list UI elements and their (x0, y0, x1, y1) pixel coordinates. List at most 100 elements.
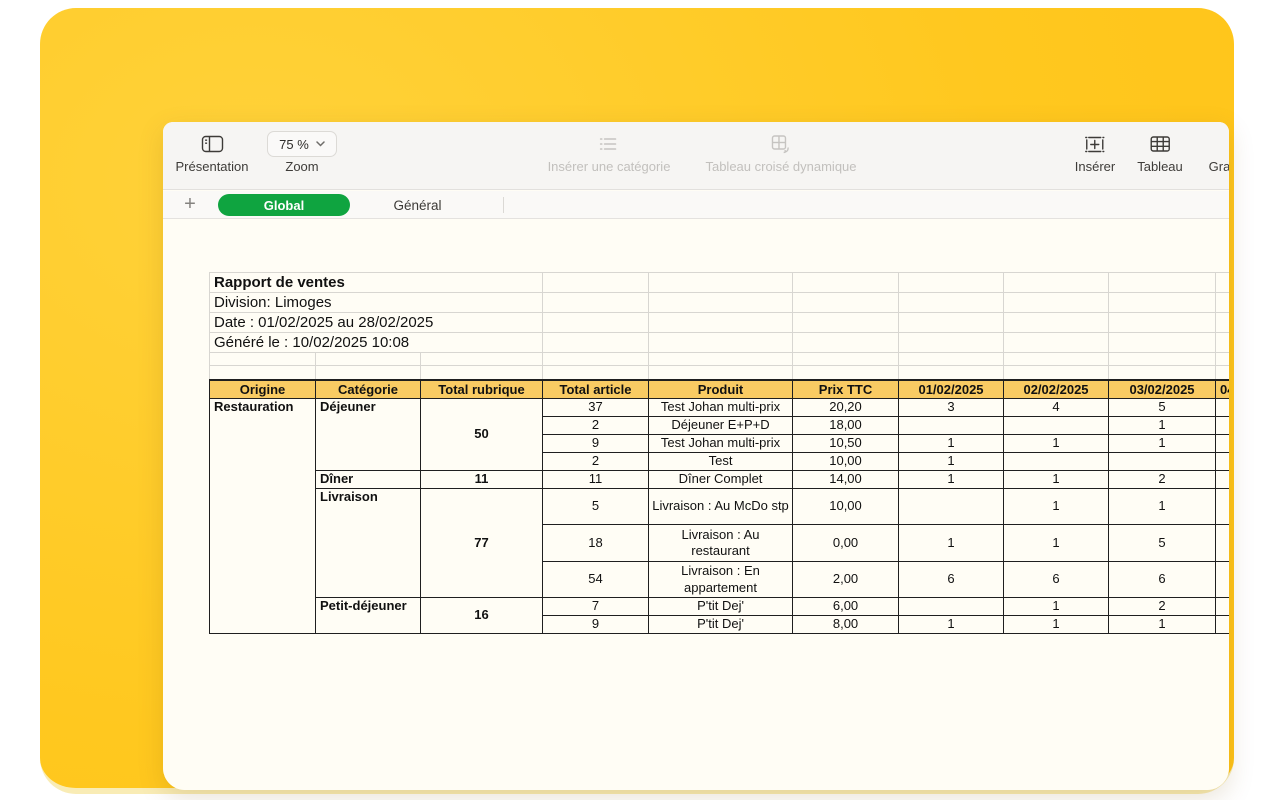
header-jour4[interactable]: 04/02/2025 (1216, 380, 1229, 399)
empty-cell[interactable] (1004, 313, 1109, 333)
empty-cell[interactable] (649, 333, 793, 353)
empty-cell[interactable] (793, 366, 899, 380)
cell-prix[interactable]: 18,00 (793, 417, 899, 435)
cell-jour1[interactable]: 3 (899, 399, 1004, 417)
cell-jour1[interactable] (899, 417, 1004, 435)
cell-jour4[interactable] (1216, 435, 1229, 453)
cell-jour1[interactable] (899, 598, 1004, 616)
empty-cell[interactable] (543, 293, 649, 313)
empty-cell[interactable] (793, 293, 899, 313)
cell-jour3[interactable]: 1 (1109, 417, 1216, 435)
tab-general[interactable]: Général (365, 194, 470, 216)
cell-prix[interactable]: 14,00 (793, 471, 899, 489)
cell-qty[interactable]: 2 (543, 453, 649, 471)
empty-cell[interactable] (1216, 273, 1229, 293)
header-produit[interactable]: Produit (649, 380, 793, 399)
empty-cell[interactable] (649, 313, 793, 333)
cell-qty[interactable]: 37 (543, 399, 649, 417)
cell-total-livraison[interactable]: 77 (421, 489, 543, 598)
cell-prix[interactable]: 2,00 (793, 562, 899, 598)
empty-cell[interactable] (1004, 333, 1109, 353)
header-prix-ttc[interactable]: Prix TTC (793, 380, 899, 399)
header-categorie[interactable]: Catégorie (316, 380, 421, 399)
cell-jour1[interactable]: 6 (899, 562, 1004, 598)
empty-cell[interactable] (1004, 353, 1109, 366)
empty-cell[interactable] (210, 353, 316, 366)
cell-prix[interactable]: 8,00 (793, 616, 899, 634)
empty-cell[interactable] (899, 333, 1004, 353)
cell-produit[interactable]: Test Johan multi-prix (649, 399, 793, 417)
spreadsheet-canvas[interactable]: Rapport de ventes Division: Limoges Date… (163, 220, 1229, 790)
cell-produit[interactable]: Livraison : En appartement (649, 562, 793, 598)
cell-categorie-petit-dejeuner[interactable]: Petit-déjeuner (316, 598, 421, 634)
cell-jour4[interactable] (1216, 598, 1229, 616)
empty-cell[interactable] (1109, 293, 1216, 313)
empty-cell[interactable] (1216, 333, 1229, 353)
zoom-dropdown[interactable]: 75 % (267, 131, 337, 157)
cell-jour4[interactable] (1216, 489, 1229, 525)
empty-cell[interactable] (1216, 353, 1229, 366)
empty-cell[interactable] (1004, 366, 1109, 380)
empty-cell[interactable] (649, 293, 793, 313)
cell-jour4[interactable] (1216, 562, 1229, 598)
cell-jour4[interactable] (1216, 616, 1229, 634)
cell-jour1[interactable]: 1 (899, 435, 1004, 453)
empty-cell[interactable] (1216, 313, 1229, 333)
empty-cell[interactable] (543, 366, 649, 380)
empty-cell[interactable] (316, 353, 421, 366)
cell-jour4[interactable] (1216, 525, 1229, 562)
cell-jour2[interactable] (1004, 417, 1109, 435)
cell-qty[interactable]: 18 (543, 525, 649, 562)
empty-cell[interactable] (316, 366, 421, 380)
cell-produit[interactable]: Test Johan multi-prix (649, 435, 793, 453)
empty-cell[interactable] (1109, 313, 1216, 333)
insert-button[interactable]: Insérer (1075, 122, 1115, 190)
cell-jour2[interactable]: 1 (1004, 598, 1109, 616)
empty-cell[interactable] (649, 353, 793, 366)
pivot-table-button[interactable]: Tableau croisé dynamique (705, 122, 856, 190)
cell-produit[interactable]: P'tit Dej' (649, 616, 793, 634)
cell-total-dejeuner[interactable]: 50 (421, 399, 543, 471)
empty-cell[interactable] (649, 366, 793, 380)
presentation-button[interactable]: Présentation (176, 122, 249, 190)
tab-global[interactable]: Global (218, 194, 350, 216)
cell-total-diner[interactable]: 11 (421, 471, 543, 489)
cell-jour3[interactable]: 5 (1109, 399, 1216, 417)
cell-total-petit-dejeuner[interactable]: 16 (421, 598, 543, 634)
cell-jour2[interactable]: 1 (1004, 489, 1109, 525)
empty-cell[interactable] (793, 333, 899, 353)
empty-cell[interactable] (899, 313, 1004, 333)
cell-jour3[interactable]: 2 (1109, 598, 1216, 616)
cell-jour4[interactable] (1216, 453, 1229, 471)
cell-jour2[interactable] (1004, 453, 1109, 471)
empty-cell[interactable] (899, 353, 1004, 366)
cell-prix[interactable]: 10,00 (793, 453, 899, 471)
report-division-cell[interactable]: Division: Limoges (210, 293, 543, 313)
empty-cell[interactable] (899, 273, 1004, 293)
cell-qty[interactable]: 9 (543, 616, 649, 634)
cell-jour3[interactable]: 5 (1109, 525, 1216, 562)
empty-cell[interactable] (1004, 273, 1109, 293)
cell-jour3[interactable] (1109, 453, 1216, 471)
cell-qty[interactable]: 54 (543, 562, 649, 598)
cell-origine[interactable]: Restauration (210, 399, 316, 634)
cell-jour1[interactable]: 1 (899, 525, 1004, 562)
empty-cell[interactable] (1109, 353, 1216, 366)
empty-cell[interactable] (1216, 293, 1229, 313)
cell-jour1[interactable] (899, 489, 1004, 525)
cell-jour1[interactable]: 1 (899, 471, 1004, 489)
empty-cell[interactable] (210, 366, 316, 380)
cell-categorie-dejeuner[interactable]: Déjeuner (316, 399, 421, 471)
cell-produit[interactable]: Livraison : Au McDo stp (649, 489, 793, 525)
empty-cell[interactable] (1109, 273, 1216, 293)
empty-cell[interactable] (1109, 333, 1216, 353)
cell-jour3[interactable]: 1 (1109, 616, 1216, 634)
cell-qty[interactable]: 9 (543, 435, 649, 453)
cell-jour2[interactable]: 1 (1004, 525, 1109, 562)
empty-cell[interactable] (421, 353, 543, 366)
cell-jour2[interactable]: 1 (1004, 616, 1109, 634)
cell-qty[interactable]: 11 (543, 471, 649, 489)
empty-cell[interactable] (421, 366, 543, 380)
cell-produit[interactable]: P'tit Dej' (649, 598, 793, 616)
empty-cell[interactable] (899, 366, 1004, 380)
